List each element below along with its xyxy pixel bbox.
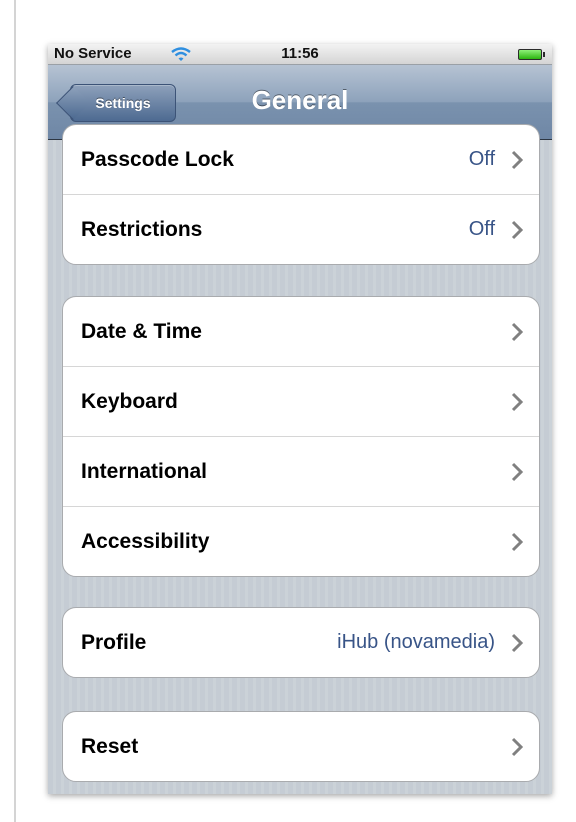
- international-row[interactable]: International: [63, 436, 539, 506]
- chevron-right-icon: [511, 737, 524, 757]
- row-label: Accessibility: [81, 530, 210, 553]
- page-divider-line: [14, 0, 16, 822]
- input-settings-group: Date & Time Keyboard International Acces…: [62, 296, 540, 577]
- row-label: Reset: [81, 735, 139, 758]
- status-time: 11:56: [281, 45, 319, 62]
- row-label: Restrictions: [81, 218, 203, 241]
- date-time-row[interactable]: Date & Time: [63, 297, 539, 366]
- row-value: Off: [468, 148, 495, 170]
- row-label: Passcode Lock: [81, 148, 234, 171]
- chevron-right-icon: [511, 392, 524, 412]
- row-label: Profile: [81, 631, 147, 654]
- accessibility-row[interactable]: Accessibility: [63, 506, 539, 576]
- row-label: Keyboard: [81, 390, 178, 413]
- keyboard-row[interactable]: Keyboard: [63, 366, 539, 436]
- passcode-lock-row[interactable]: Passcode Lock Off: [63, 125, 539, 194]
- chevron-right-icon: [511, 532, 524, 552]
- row-label: Date & Time: [81, 320, 202, 343]
- chevron-right-icon: [511, 150, 524, 170]
- row-value: iHub (novamedia): [337, 631, 495, 653]
- chevron-right-icon: [511, 462, 524, 482]
- profile-row[interactable]: Profile iHub (novamedia): [63, 608, 539, 677]
- chevron-right-icon: [511, 633, 524, 653]
- battery-icon: [518, 49, 545, 60]
- row-label: International: [81, 460, 208, 483]
- page-title: General: [251, 85, 349, 115]
- security-group: Passcode Lock Off Restrictions Off: [62, 124, 540, 265]
- restrictions-row[interactable]: Restrictions Off: [63, 194, 539, 264]
- profile-group: Profile iHub (novamedia): [62, 607, 540, 678]
- phone-screen: No Service 11:56 Settings General Passco…: [48, 44, 552, 794]
- reset-row[interactable]: Reset: [63, 712, 539, 781]
- row-value: Off: [468, 218, 495, 240]
- reset-group: Reset: [62, 711, 540, 782]
- chevron-right-icon: [511, 220, 524, 240]
- status-bar: No Service 11:56: [48, 44, 552, 65]
- chevron-right-icon: [511, 322, 524, 342]
